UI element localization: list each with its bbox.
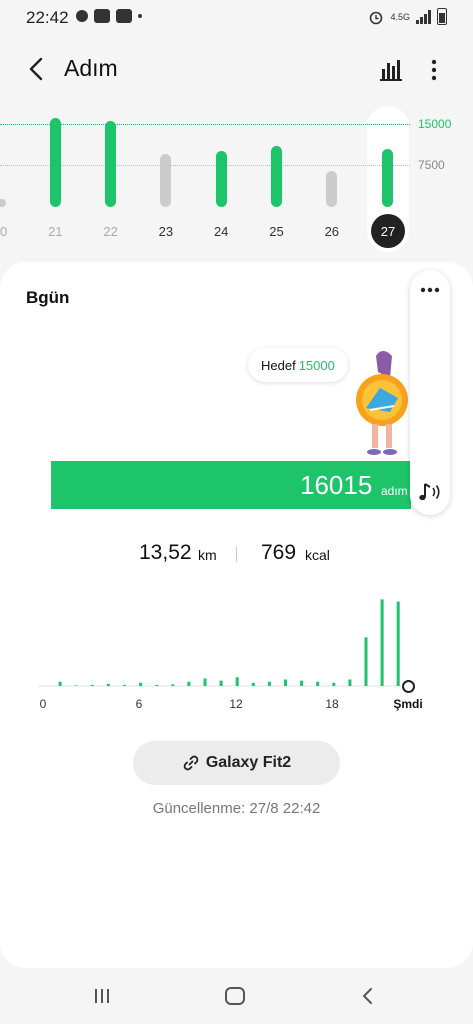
selected-day-label[interactable]: 27: [371, 214, 405, 248]
mascot-illustration: [356, 351, 408, 455]
week-day-label[interactable]: 21: [35, 224, 75, 239]
week-bar[interactable]: [160, 154, 172, 207]
stats-divider: [236, 546, 237, 562]
hourly-bar: [187, 681, 191, 686]
hourly-bar: [364, 637, 368, 686]
goal-line-15000: [0, 123, 410, 125]
hourly-bar: [380, 599, 384, 686]
home-icon[interactable]: [225, 987, 245, 1005]
updated-text: Güncellenme: 27/8 22:42: [152, 800, 321, 817]
device-button[interactable]: Galaxy Fit2: [133, 741, 340, 785]
music-sound-icon[interactable]: [416, 480, 444, 504]
step-unit: adım: [381, 484, 408, 498]
week-bar[interactable]: [49, 118, 61, 207]
bar-chart-icon[interactable]: [378, 56, 406, 84]
week-bar[interactable]: [271, 145, 282, 207]
more-horizontal-icon[interactable]: [419, 284, 441, 296]
goal-value: 15000: [298, 357, 335, 373]
goal-line-7500: [0, 165, 410, 167]
week-bar[interactable]: [215, 151, 227, 207]
device-label: Galaxy Fit2: [205, 754, 292, 771]
dot-icon: [138, 14, 142, 18]
battery-icon: [437, 8, 447, 25]
today-label: Bgün: [26, 288, 70, 307]
hourly-bar: [332, 682, 336, 686]
youtube-icon: [116, 9, 132, 23]
hourly-bar: [203, 678, 207, 686]
now-indicator: [402, 680, 415, 693]
hourly-bar: [74, 685, 78, 686]
hourly-bar: [171, 684, 175, 686]
goal-bubble: Hedef 15000: [248, 348, 348, 382]
calories-value: 769: [261, 541, 297, 564]
hourly-bar: [106, 683, 110, 686]
hourly-bar: [155, 684, 159, 686]
hourly-bar: [348, 679, 352, 686]
week-bar[interactable]: [0, 198, 6, 207]
goal-label-15000: 15000: [418, 116, 452, 131]
hourly-tick-label: 12: [229, 697, 243, 711]
week-day-label[interactable]: 24: [201, 224, 241, 239]
hourly-bar: [58, 681, 62, 686]
back-icon[interactable]: [22, 54, 52, 84]
week-day-label[interactable]: 25: [257, 224, 297, 239]
hourly-bar: [139, 682, 143, 686]
week-day-label[interactable]: 20: [0, 224, 20, 239]
status-right-icons: 4.5G: [368, 8, 447, 25]
status-left-icons: [76, 9, 142, 23]
page-title: Adım: [64, 55, 118, 81]
alarm-icon: [370, 11, 383, 24]
hourly-bar: [123, 684, 126, 686]
hourly-tick-label: 6: [135, 697, 143, 711]
youtube-icon: [94, 9, 110, 23]
signal-icon: [416, 9, 431, 24]
side-panel[interactable]: [410, 270, 450, 515]
distance-value: 13,52: [139, 541, 192, 564]
navigation-icon: [76, 10, 88, 22]
hourly-bar: [300, 680, 304, 686]
hourly-bar: [396, 601, 400, 686]
hourly-bar: [316, 681, 320, 686]
hourly-bar: [251, 682, 255, 686]
status-time: 22:42: [26, 8, 69, 27]
distance-unit: km: [198, 547, 217, 563]
week-day-label[interactable]: 26: [312, 224, 352, 239]
recent-apps-icon[interactable]: [92, 987, 112, 1005]
week-bar[interactable]: [326, 170, 338, 207]
hourly-tick-label: Şmdi: [393, 697, 423, 711]
hourly-tick-label: 0: [39, 697, 47, 711]
status-bar: 22:42 4.5G: [0, 0, 473, 36]
goal-label: Hedef: [261, 357, 296, 373]
hourly-steps-chart: [38, 599, 410, 687]
link-icon: [183, 755, 199, 771]
hourly-tick-label: 18: [325, 697, 339, 711]
week-day-label[interactable]: 23: [146, 224, 186, 239]
goal-label-7500: 7500: [418, 158, 445, 173]
hourly-bar: [267, 681, 271, 686]
hourly-bar: [90, 684, 94, 686]
hourly-bar: [235, 677, 239, 686]
week-bar[interactable]: [381, 148, 393, 207]
hourly-bar: [219, 680, 223, 686]
network-type-label: 4.5G: [390, 11, 410, 22]
week-day-label[interactable]: 22: [91, 224, 131, 239]
nav-back-icon[interactable]: [358, 986, 378, 1006]
hourly-bar: [284, 679, 287, 686]
step-count: 16015: [300, 470, 373, 500]
calories-unit: kcal: [305, 547, 330, 563]
more-vertical-icon[interactable]: [422, 56, 446, 84]
week-bar[interactable]: [105, 120, 117, 207]
